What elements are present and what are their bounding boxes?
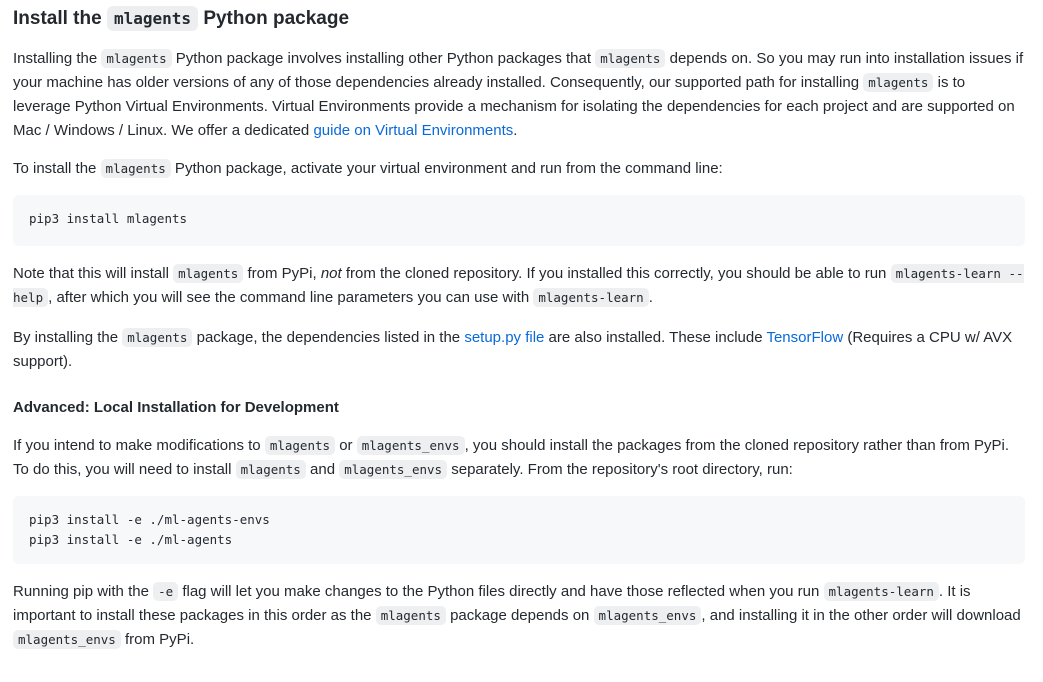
text: are also installed. These include	[544, 329, 767, 346]
inline-code: mlagents-learn	[823, 582, 939, 601]
inline-code: mlagents	[235, 460, 306, 479]
install-instruction-paragraph: To install the mlagents Python package, …	[13, 157, 1025, 181]
heading-prefix: Install the	[13, 8, 102, 29]
tensorflow-link[interactable]: TensorFlow	[766, 329, 843, 346]
text: Note that this will install	[13, 265, 174, 282]
inline-code: mlagents	[173, 264, 244, 283]
local-install-paragraph: If you intend to make modifications to m…	[13, 434, 1025, 482]
text: Python package involves installing other…	[171, 50, 596, 67]
inline-code: -e	[153, 582, 179, 601]
inline-code: mlagents	[595, 49, 666, 68]
intro-paragraph: Installing the mlagents Python package i…	[13, 47, 1025, 143]
emphasis: not	[320, 265, 342, 282]
text: , after which you will see the command l…	[48, 289, 534, 306]
inline-code: mlagents	[375, 606, 446, 625]
heading-suffix: Python package	[203, 8, 350, 29]
inline-code: mlagents_envs	[356, 436, 465, 455]
markdown-body: Install the mlagents Python package Inst…	[0, 5, 1043, 682]
code-block-pip-install[interactable]: pip3 install mlagents	[13, 195, 1025, 246]
text: Python package, activate your virtual en…	[170, 160, 723, 177]
dependencies-paragraph: By installing the mlagents package, the …	[13, 326, 1025, 374]
section-heading: Install the mlagents Python package	[13, 5, 1025, 33]
virtual-env-guide-link[interactable]: guide on Virtual Environments	[313, 122, 513, 139]
text: Running pip with the	[13, 583, 154, 600]
inline-code: mlagents	[101, 49, 172, 68]
text: Installing the	[13, 50, 102, 67]
text: flag will let you make changes to the Py…	[178, 583, 824, 600]
inline-code: mlagents_envs	[593, 606, 702, 625]
text: .	[513, 122, 518, 139]
text: package, the dependencies listed in the	[192, 329, 465, 346]
editable-flag-paragraph: Running pip with the -e flag will let yo…	[13, 580, 1025, 652]
code-line: pip3 install mlagents	[29, 211, 188, 226]
code-line: pip3 install -e ./ml-agents	[29, 532, 233, 547]
text: To install the	[13, 160, 101, 177]
text: from the cloned repository. If you insta…	[341, 265, 891, 282]
inline-code: mlagents	[863, 73, 934, 92]
inline-code: mlagents	[122, 328, 193, 347]
inline-code: mlagents	[264, 436, 336, 455]
note-paragraph: Note that this will install mlagents fro…	[13, 262, 1025, 310]
inline-code: mlagents_envs	[13, 630, 121, 649]
code-block-local-install[interactable]: pip3 install -e ./ml-agents-envs pip3 ins…	[13, 496, 1025, 564]
text: and	[305, 461, 340, 478]
setup-py-link[interactable]: setup.py file	[464, 329, 544, 346]
code-line: pip3 install -e ./ml-agents-envs	[29, 512, 270, 527]
text: package depends on	[445, 607, 594, 624]
text: , and installing it in the other order w…	[701, 607, 1021, 624]
inline-code: mlagents-learn	[533, 288, 649, 307]
inline-code: mlagents_envs	[339, 460, 448, 479]
advanced-subheading: Advanced: Local Installation for Develop…	[13, 399, 339, 416]
text: from PyPi.	[120, 631, 195, 648]
text: separately. From the repository's root d…	[447, 461, 793, 478]
text: from PyPi,	[243, 265, 321, 282]
heading-code: mlagents	[106, 6, 199, 31]
text: or	[335, 437, 357, 454]
text: By installing the	[13, 329, 123, 346]
text: If you intend to make modifications to	[13, 437, 265, 454]
inline-code: mlagents	[100, 159, 171, 178]
text: .	[648, 289, 653, 306]
